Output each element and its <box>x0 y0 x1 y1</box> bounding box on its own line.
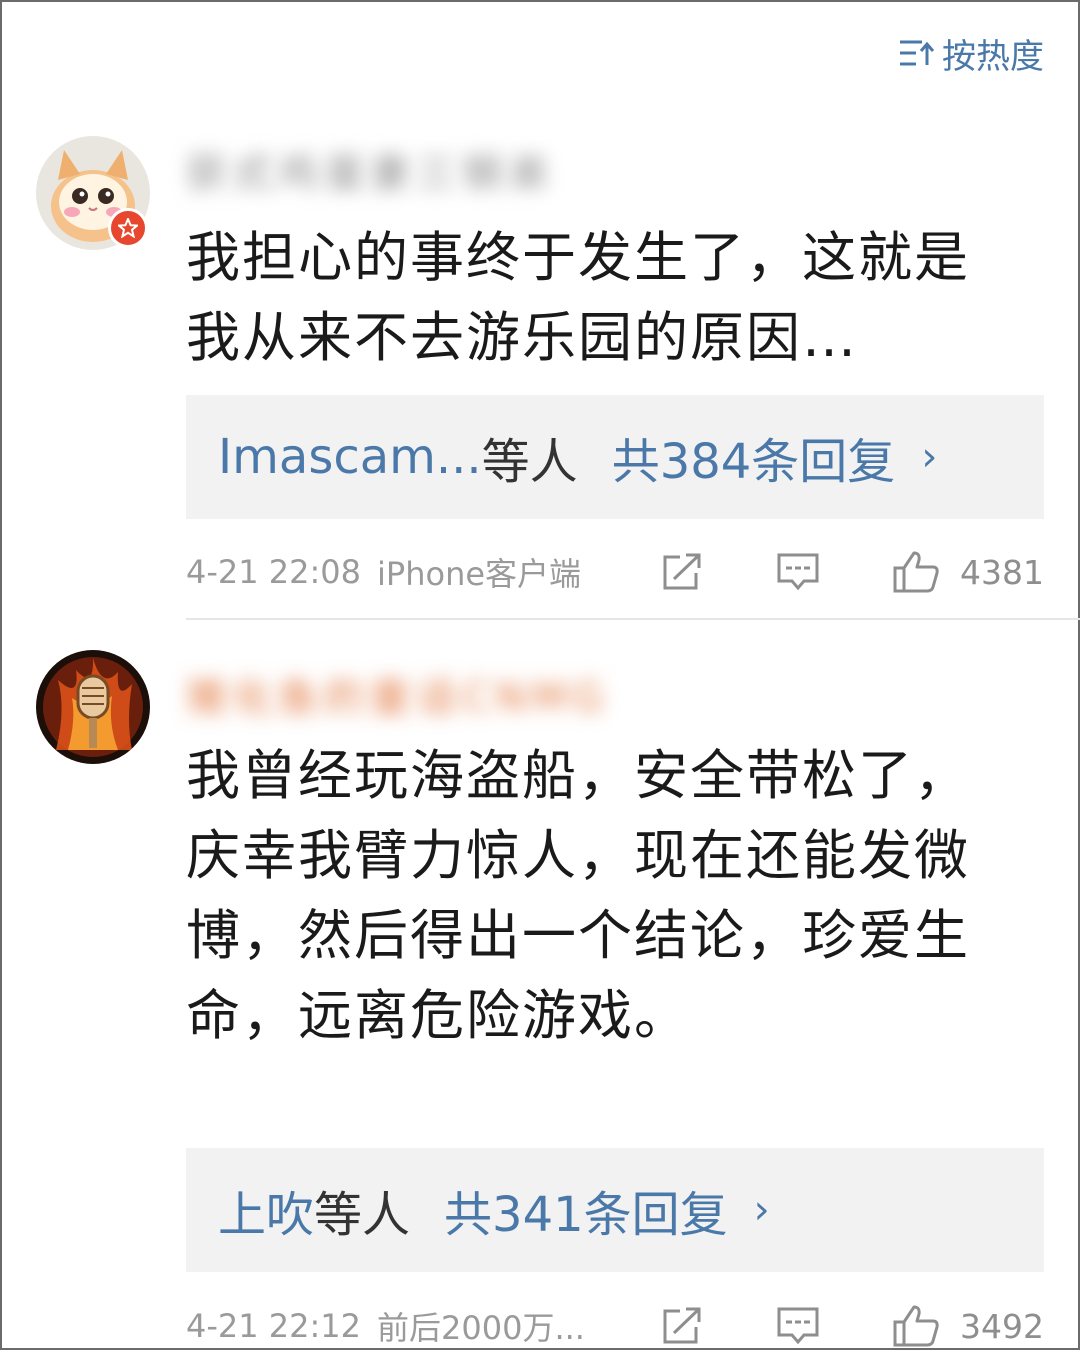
like-count: 3492 <box>960 1306 1044 1346</box>
share-button[interactable] <box>660 552 704 592</box>
comment-bubble-icon <box>777 1307 819 1345</box>
sort-list-icon <box>898 37 934 69</box>
comment-divider <box>186 618 1080 620</box>
comment-source: iPhone客户端 <box>377 555 582 593</box>
reply-user-names: 上吹 <box>218 1187 315 1243</box>
like-button[interactable]: 3492 <box>892 1304 1044 1348</box>
comment-text: 我担心的事终于发生了，这就是我从来不去游乐园的原因… <box>186 226 970 369</box>
share-icon <box>663 1307 701 1344</box>
thumbs-up-icon <box>893 551 939 593</box>
username[interactable]: 获式鸡蛋妻三钢弟 <box>186 146 554 202</box>
comment-actions: 4381 <box>660 542 1044 602</box>
share-button[interactable] <box>660 1306 704 1346</box>
comment-actions: 3492 <box>660 1296 1044 1356</box>
share-icon <box>663 553 701 590</box>
reply-etal-label: 等人 <box>314 1187 411 1243</box>
reply-comment-button[interactable] <box>776 551 820 593</box>
replies-summary-button[interactable]: 上吹 等人 共341条回复 › <box>186 1148 1044 1272</box>
comment-meta: 4-21 22:12 前后2000万... 3492 <box>186 1296 1044 1356</box>
sort-by-hot-button[interactable]: 按热度 <box>898 28 1044 78</box>
reply-comment-button[interactable] <box>776 1305 820 1347</box>
comment-source: 前后2000万... <box>377 1309 585 1347</box>
reply-user-names: Imascam... <box>218 429 482 485</box>
comment-bubble-icon <box>777 553 819 591</box>
microphone-fire-avatar[interactable] <box>36 650 150 764</box>
reply-total-count: 共384条回复 <box>611 434 896 490</box>
comment-meta: 4-21 22:08 iPhone客户端 4381 <box>186 542 1044 602</box>
like-button[interactable]: 4381 <box>892 550 1044 594</box>
sort-label: 按热度 <box>942 36 1044 77</box>
comment-text: 我曾经玩海盗船，安全带松了，庆幸我臂力惊人，现在还能发微博，然后得出一个结论，珍… <box>186 744 970 1047</box>
vip-star-badge <box>108 208 148 248</box>
comment-timestamp: 4-21 22:08 <box>186 553 362 591</box>
thumbs-up-icon <box>893 1305 939 1347</box>
username[interactable]: 猪化鱼的童话CNMG <box>186 670 609 726</box>
reply-total-count: 共341条回复 <box>444 1187 728 1243</box>
reply-etal-label: 等人 <box>481 434 578 490</box>
chevron-right-icon: › <box>753 1187 770 1233</box>
replies-summary-button[interactable]: Imascam... 等人 共384条回复 › <box>186 395 1044 519</box>
chevron-right-icon: › <box>921 434 938 480</box>
like-count: 4381 <box>960 552 1044 592</box>
comment-timestamp: 4-21 22:12 <box>186 1307 362 1345</box>
